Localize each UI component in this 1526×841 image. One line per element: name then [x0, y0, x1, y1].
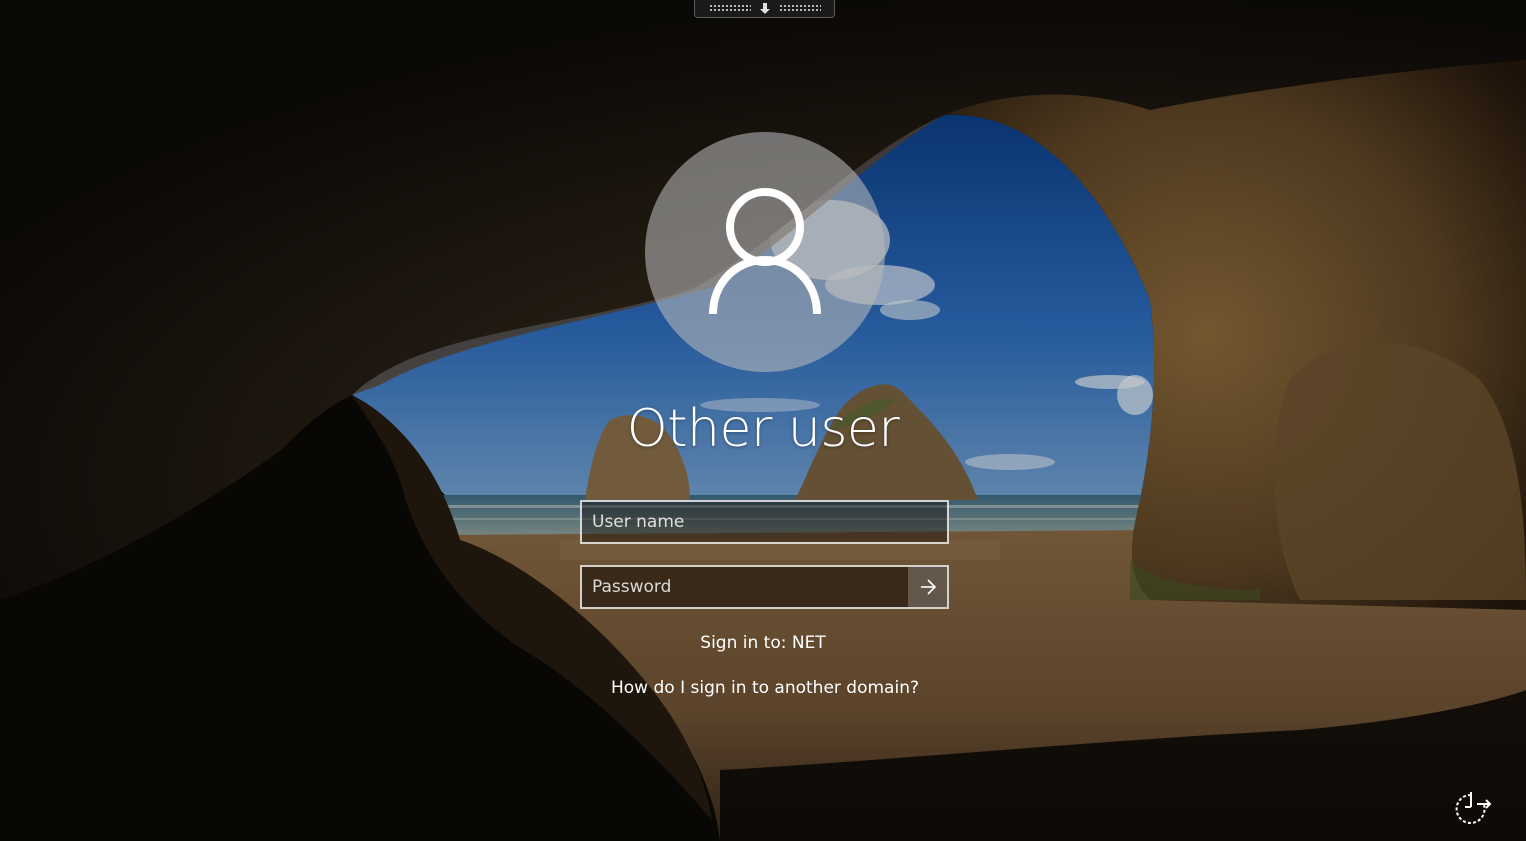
username-field[interactable]	[580, 500, 949, 544]
lock-screen: Other user Sign in to: NET How do I sign…	[0, 0, 1526, 841]
connection-bar-grip-right	[778, 4, 821, 13]
user-avatar	[645, 132, 885, 372]
ease-of-access-icon	[1455, 792, 1492, 824]
connection-bar[interactable]	[694, 0, 835, 18]
connection-bar-grip-left	[708, 4, 751, 13]
password-field[interactable]	[580, 565, 949, 609]
password-input[interactable]	[582, 567, 908, 607]
user-display-name: Other user	[626, 399, 900, 459]
submit-button[interactable]	[908, 567, 947, 607]
pin-down-icon[interactable]	[759, 2, 771, 15]
person-icon	[709, 188, 821, 315]
ease-of-access-button[interactable]	[1449, 787, 1493, 827]
username-input[interactable]	[582, 502, 947, 542]
other-domain-link[interactable]: How do I sign in to another domain?	[540, 675, 990, 701]
sign-in-domain-label: Sign in to: NET	[700, 633, 826, 653]
arrow-right-icon	[920, 579, 936, 595]
